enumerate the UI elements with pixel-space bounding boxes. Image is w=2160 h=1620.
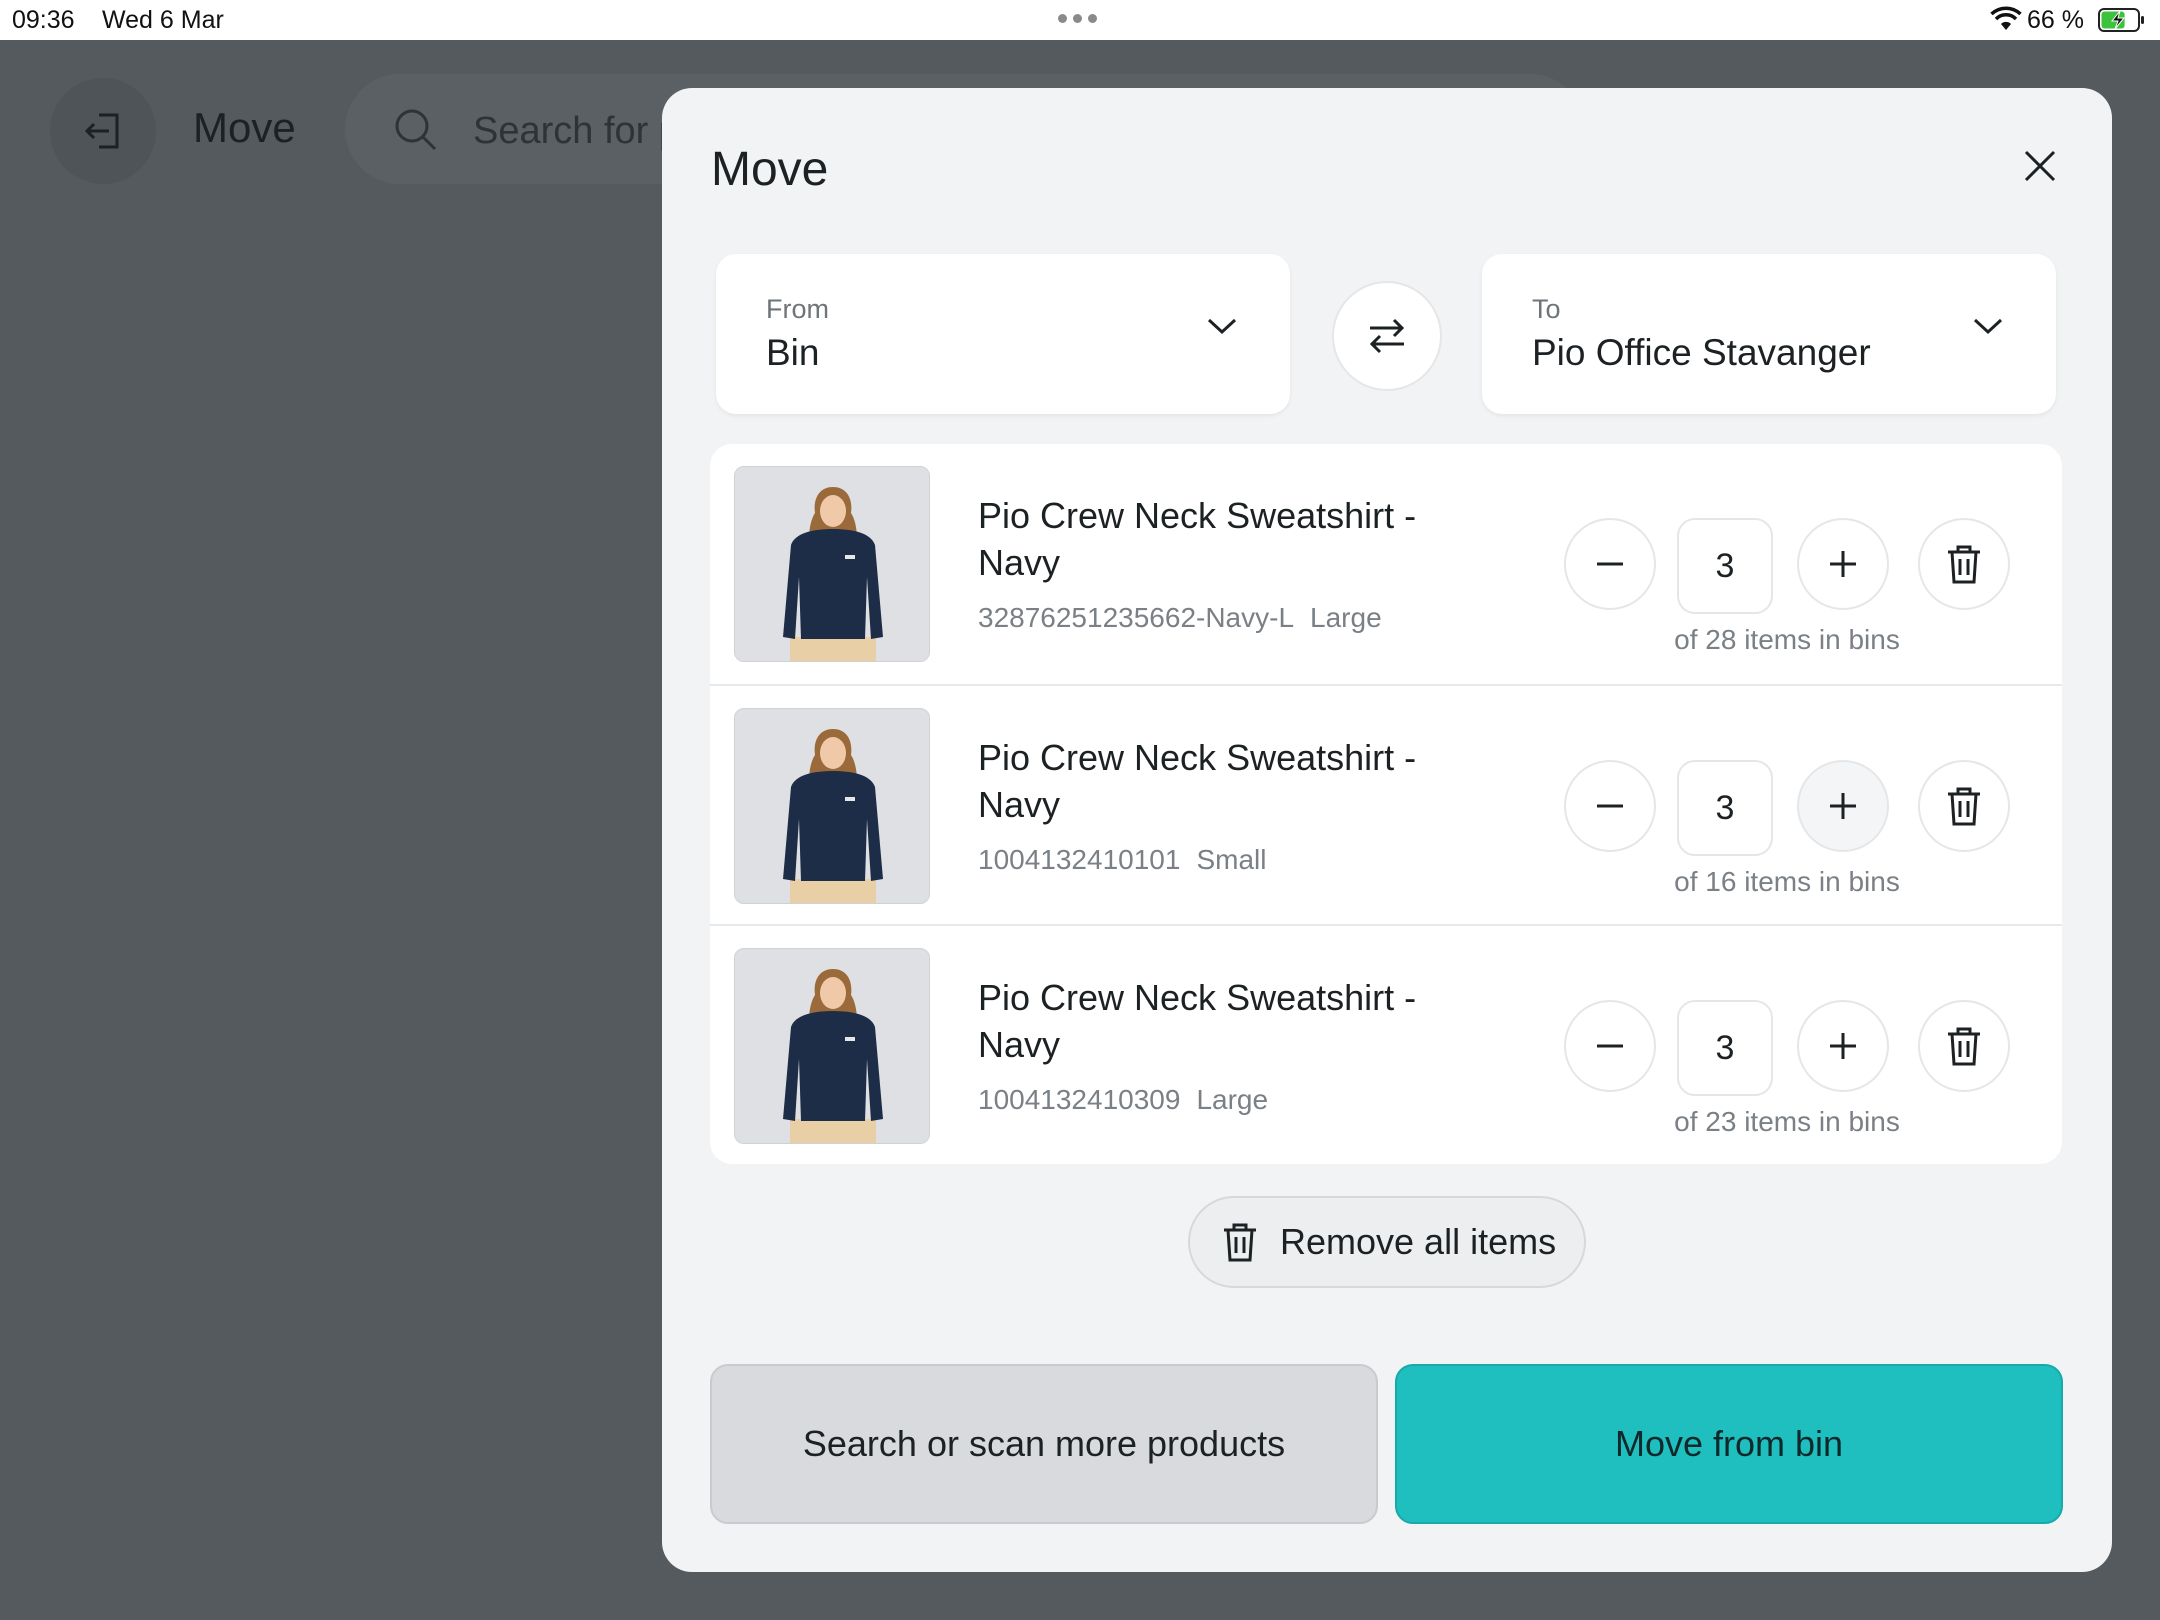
trash-icon [1948, 545, 1980, 584]
product-meta: 1004132410101 Small [978, 844, 1266, 876]
product-sku: 32876251235662-Navy-L [978, 602, 1295, 633]
status-date: Wed 6 Mar [102, 6, 224, 34]
decrease-quantity-button[interactable] [1564, 760, 1656, 852]
quantity-input[interactable]: 3 [1677, 1000, 1773, 1096]
close-button[interactable] [2008, 134, 2072, 198]
availability-text: of 16 items in bins [1674, 866, 1900, 897]
product-name: Pio Crew Neck Sweatshirt - Navy [978, 737, 1417, 825]
trash-icon [1224, 1223, 1256, 1262]
background-title: Move [193, 104, 296, 151]
to-label: To [1532, 294, 1561, 324]
chevron-down-icon [1207, 318, 1237, 335]
product-image [734, 948, 930, 1144]
product-size: Large [1310, 602, 1382, 633]
product-size: Small [1196, 844, 1267, 875]
status-bar: 09:36 Wed 6 Mar 66 % [0, 0, 2160, 40]
product-name: Pio Crew Neck Sweatshirt - Navy [978, 977, 1417, 1065]
minus-icon [1597, 804, 1623, 808]
status-time: 09:36 [12, 6, 75, 34]
swap-arrows-icon [1369, 318, 1405, 354]
product-image [734, 466, 930, 662]
from-label: From [766, 294, 829, 324]
product-size: Large [1196, 1084, 1269, 1115]
remove-all-items-button[interactable]: Remove all items [1188, 1196, 1586, 1288]
product-meta: 1004132410309 Large [978, 1084, 1268, 1116]
move-from-bin-button[interactable]: Move from bin [1395, 1364, 2063, 1524]
battery-charging-icon [2098, 8, 2144, 32]
remove-all-label: Remove all items [1280, 1221, 1557, 1262]
plus-icon [1830, 1033, 1856, 1059]
quantity-input[interactable]: 3 [1677, 518, 1773, 614]
increase-quantity-button[interactable] [1797, 760, 1889, 852]
to-value: Pio Office Stavanger [1532, 332, 1871, 373]
multitasking-dots-icon[interactable] [1058, 14, 1097, 23]
wifi-icon [1990, 6, 2022, 30]
item-list: Pio Crew Neck Sweatshirt - Navy 32876251… [710, 444, 2062, 1164]
list-item: Pio Crew Neck Sweatshirt - Navy 32876251… [710, 444, 2062, 684]
search-icon [395, 109, 437, 151]
decrease-quantity-button[interactable] [1564, 518, 1656, 610]
list-item: Pio Crew Neck Sweatshirt - Navy 10041324… [710, 924, 2062, 1164]
increase-quantity-button[interactable] [1797, 1000, 1889, 1092]
delete-item-button[interactable] [1918, 1000, 2010, 1092]
from-value: Bin [766, 332, 820, 373]
exit-button[interactable] [50, 78, 156, 184]
minus-icon [1597, 562, 1623, 566]
modal-title: Move [711, 143, 829, 196]
exit-icon [84, 113, 119, 149]
chevron-down-icon [1973, 318, 2003, 335]
product-sku: 1004132410101 [978, 844, 1181, 875]
from-location-select[interactable]: From Bin [716, 254, 1290, 414]
increase-quantity-button[interactable] [1797, 518, 1889, 610]
search-placeholder: Search for p [473, 110, 680, 152]
product-sku: 1004132410309 [978, 1084, 1181, 1115]
quantity-input[interactable]: 3 [1677, 760, 1773, 856]
list-item: Pio Crew Neck Sweatshirt - Navy 10041324… [710, 684, 2062, 924]
close-icon [2024, 150, 2056, 182]
swap-locations-button[interactable] [1332, 281, 1442, 391]
battery-percent: 66 % [2027, 6, 2084, 34]
plus-icon [1830, 551, 1856, 577]
to-location-select[interactable]: To Pio Office Stavanger [1482, 254, 2056, 414]
minus-icon [1597, 1044, 1623, 1048]
trash-icon [1948, 787, 1980, 826]
availability-text: of 28 items in bins [1674, 624, 1900, 655]
availability-text: of 23 items in bins [1674, 1106, 1900, 1137]
product-meta: 32876251235662-Navy-L Large [978, 602, 1382, 634]
trash-icon [1948, 1027, 1980, 1066]
move-modal: Move From Bin To Pio Office Stavanger Pi… [662, 88, 2112, 1572]
plus-icon [1830, 793, 1856, 819]
delete-item-button[interactable] [1918, 760, 2010, 852]
search-or-scan-button[interactable]: Search or scan more products [710, 1364, 1378, 1524]
decrease-quantity-button[interactable] [1564, 1000, 1656, 1092]
product-name: Pio Crew Neck Sweatshirt - Navy [978, 495, 1417, 583]
product-image [734, 708, 930, 904]
delete-item-button[interactable] [1918, 518, 2010, 610]
